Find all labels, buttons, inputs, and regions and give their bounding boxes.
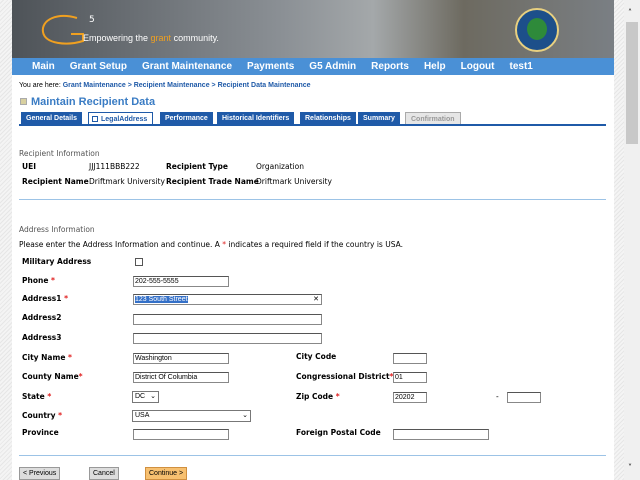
- divider: [19, 199, 606, 200]
- banner: 5 Empowering the grant community.: [12, 0, 614, 58]
- military-address-checkbox[interactable]: [135, 258, 143, 266]
- address3-input[interactable]: [133, 333, 322, 344]
- phone-label: Phone *: [22, 276, 55, 285]
- nav-logout[interactable]: Logout: [461, 61, 495, 72]
- cancel-button[interactable]: Cancel: [89, 467, 119, 480]
- recipient-name-value: Driftmark University: [89, 177, 165, 186]
- uei-value: JJJ111BBB222: [89, 162, 140, 171]
- chevron-down-icon: ⌄: [150, 393, 156, 400]
- page-icon: [20, 98, 27, 105]
- address3-label: Address3: [22, 333, 62, 342]
- clear-icon[interactable]: ✕: [313, 295, 319, 304]
- breadcrumb: You are here: Grant Maintenance > Recipi…: [19, 82, 311, 89]
- g5-logo-icon: 5: [41, 14, 95, 45]
- address1-input[interactable]: 123 South Street ✕: [133, 294, 322, 305]
- county-label: County Name*: [22, 372, 83, 381]
- nav-main[interactable]: Main: [32, 61, 55, 72]
- scrollbar[interactable]: ˄ ˅: [624, 0, 640, 480]
- district-input[interactable]: 01: [393, 372, 427, 383]
- country-select[interactable]: USA ⌄: [132, 410, 251, 422]
- zip-dash: -: [496, 392, 499, 401]
- divider: [19, 455, 606, 456]
- tagline: Empowering the grant community.: [83, 33, 219, 43]
- city-code-input[interactable]: [393, 353, 427, 364]
- main-nav: Main Grant Setup Grant Maintenance Payme…: [12, 58, 614, 75]
- tab-underline: [19, 124, 606, 126]
- recipient-type-value: Organization: [256, 162, 304, 171]
- state-select[interactable]: DC ⌄: [132, 391, 159, 403]
- city-label: City Name *: [22, 353, 72, 362]
- zip-input[interactable]: 20202: [393, 392, 427, 403]
- uei-label: UEI: [22, 162, 37, 171]
- tab-icon: [92, 116, 98, 122]
- trade-name-value: Driftmark University: [256, 177, 332, 186]
- nav-help[interactable]: Help: [424, 61, 446, 72]
- previous-button[interactable]: < Previous: [19, 467, 61, 480]
- state-label: State *: [22, 392, 52, 401]
- country-label: Country *: [22, 411, 63, 420]
- province-input[interactable]: [133, 429, 229, 440]
- trade-name-label: Recipient Trade Name: [166, 177, 259, 186]
- city-input[interactable]: Washington: [133, 353, 229, 364]
- address1-label: Address1 *: [22, 294, 69, 303]
- county-input[interactable]: District Of Columbia: [133, 372, 229, 383]
- military-address-label: Military Address: [22, 257, 92, 266]
- foreign-postal-label: Foreign Postal Code: [296, 428, 381, 437]
- nav-grant-maintenance[interactable]: Grant Maintenance: [142, 61, 232, 72]
- scrollbar-thumb[interactable]: [626, 22, 638, 144]
- district-label: Congressional District*: [296, 372, 394, 381]
- province-label: Province: [22, 428, 59, 437]
- foreign-postal-input[interactable]: [393, 429, 489, 440]
- nav-payments[interactable]: Payments: [247, 61, 294, 72]
- zip-label: Zip Code *: [296, 392, 340, 401]
- recipient-info-heading: Recipient Information: [19, 149, 100, 158]
- nav-g5-admin[interactable]: G5 Admin: [309, 61, 356, 72]
- page-title: Maintain Recipient Data: [31, 96, 156, 108]
- zip-ext-input[interactable]: [507, 392, 541, 403]
- recipient-type-label: Recipient Type: [166, 162, 229, 171]
- scroll-up-icon[interactable]: ˄: [628, 8, 632, 17]
- city-code-label: City Code: [296, 352, 337, 361]
- breadcrumb-recipient-maintenance[interactable]: Recipient Maintenance: [134, 82, 210, 89]
- breadcrumb-recipient-data-maintenance[interactable]: Recipient Data Maintenance: [218, 82, 311, 89]
- phone-input[interactable]: 202-555-5555: [133, 276, 229, 287]
- education-seal-icon: [515, 8, 559, 52]
- chevron-down-icon: ⌄: [242, 412, 248, 419]
- nav-reports[interactable]: Reports: [371, 61, 409, 72]
- address-info-heading: Address Information: [19, 225, 95, 234]
- recipient-name-label: Recipient Name: [22, 177, 89, 186]
- scroll-down-icon[interactable]: ˅: [628, 463, 632, 472]
- address2-label: Address2: [22, 313, 62, 322]
- breadcrumb-grant-maintenance[interactable]: Grant Maintenance: [63, 82, 126, 89]
- continue-button[interactable]: Continue >: [145, 467, 188, 480]
- address2-input[interactable]: [133, 314, 322, 325]
- nav-user[interactable]: test1: [510, 61, 533, 72]
- nav-grant-setup[interactable]: Grant Setup: [70, 61, 127, 72]
- svg-text:5: 5: [89, 15, 95, 25]
- address-instructions: Please enter the Address Information and…: [19, 240, 404, 249]
